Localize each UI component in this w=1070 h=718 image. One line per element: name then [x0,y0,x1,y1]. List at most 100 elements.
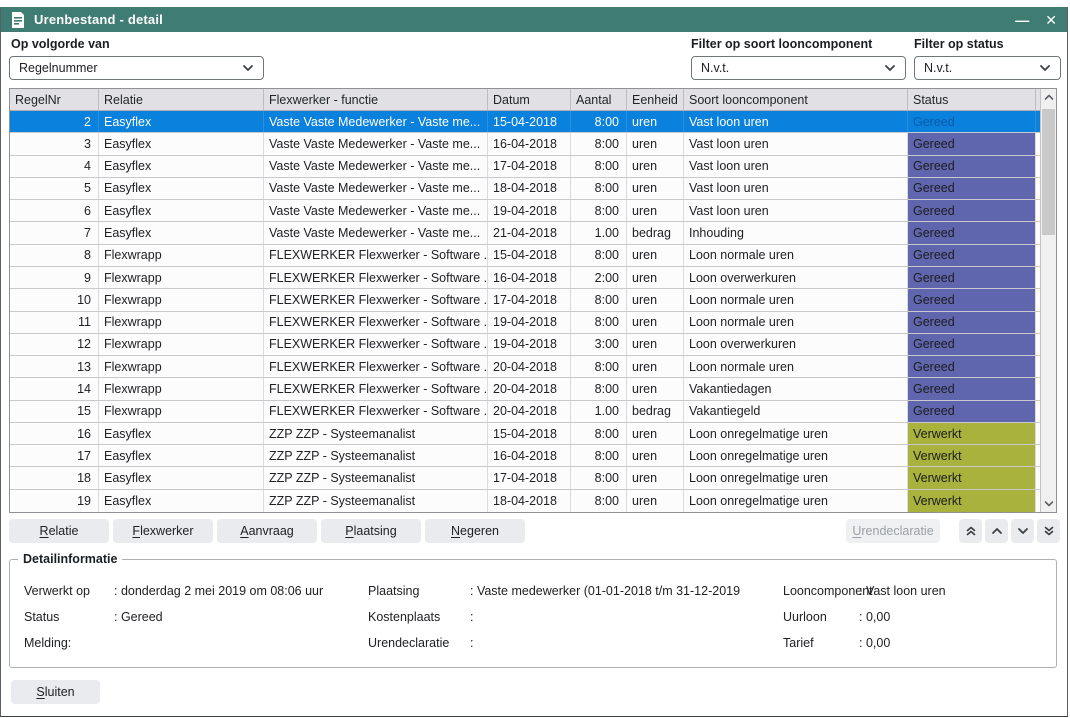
table-row[interactable]: 15FlexwrappFLEXWERKER Flexwerker - Softw… [10,401,1040,423]
cell-looncomponent: Loon onregelmatige uren [684,423,908,444]
field-label: Plaatsing [368,584,419,598]
field-label: Kostenplaats [368,610,440,624]
cell-datum: 17-04-2018 [488,467,571,488]
cell-eenheid: uren [627,200,684,221]
scrollbar-down-arrow-icon[interactable] [1041,495,1056,512]
status-badge: Gereed [908,111,1036,132]
cell-regelnr: 2 [10,111,99,132]
cell-aantal: 8:00 [571,490,627,512]
cell-relatie: Flexwrapp [99,312,264,333]
cell-looncomponent: Loon normale uren [684,356,908,377]
sluiten-button[interactable]: Sluiten [11,680,100,704]
cell-aantal: 8:00 [571,245,627,266]
sort-dropdown[interactable]: Regelnummer [9,56,264,80]
table-row[interactable]: 14FlexwrappFLEXWERKER Flexwerker - Softw… [10,378,1040,400]
cell-regelnr: 4 [10,156,99,177]
cell-aantal: 8:00 [571,156,627,177]
cell-flexwerker: FLEXWERKER Flexwerker - Software ... [264,245,488,266]
screen: Urenbestand - detail — ✕ Op volgorde van… [0,0,1070,718]
cell-datum: 16-04-2018 [488,445,571,466]
cell-flexwerker: Vaste Vaste Medewerker - Vaste me... [264,200,488,221]
cell-looncomponent: Loon overwerkuren [684,334,908,355]
cell-datum: 19-04-2018 [488,312,571,333]
next-row-button[interactable] [1011,519,1034,543]
table-row[interactable]: 12FlexwrappFLEXWERKER Flexwerker - Softw… [10,334,1040,356]
table-row[interactable]: 10FlexwrappFLEXWERKER Flexwerker - Softw… [10,289,1040,311]
cell-eenheid: uren [627,445,684,466]
chevron-down-icon [884,64,896,72]
status-badge: Gereed [908,356,1036,377]
table-row[interactable]: 16EasyflexZZP ZZP - Systeemanalist15-04-… [10,423,1040,445]
table-row[interactable]: 3EasyflexVaste Vaste Medewerker - Vaste … [10,133,1040,155]
table-row[interactable]: 6EasyflexVaste Vaste Medewerker - Vaste … [10,200,1040,222]
filter-component-label: Filter op soort looncomponent [691,37,872,51]
detail-field: Tarief : 0,00 [783,636,1043,650]
relatie-button[interactable]: Relatie [9,519,109,543]
status-badge: Gereed [908,289,1036,310]
detail-field: Uurloon : 0,00 [783,610,1043,624]
cell-looncomponent: Loon normale uren [684,289,908,310]
first-row-button[interactable] [959,519,982,543]
detail-field: Looncomponent : Vast loon uren [783,584,1043,598]
table-row[interactable]: 17EasyflexZZP ZZP - Systeemanalist16-04-… [10,445,1040,467]
cell-regelnr: 8 [10,245,99,266]
cell-eenheid: uren [627,111,684,132]
field-label: Verwerkt op [24,584,90,598]
status-badge: Gereed [908,312,1036,333]
prev-row-button[interactable] [985,519,1008,543]
cell-datum: 18-04-2018 [488,178,571,199]
cell-regelnr: 19 [10,490,99,512]
table-row[interactable]: 18EasyflexZZP ZZP - Systeemanalist17-04-… [10,467,1040,489]
cell-aantal: 8:00 [571,133,627,154]
cell-aantal: 8:00 [571,200,627,221]
sort-dropdown-value: Regelnummer [19,61,242,75]
cell-datum: 19-04-2018 [488,200,571,221]
close-button[interactable]: ✕ [1045,13,1057,27]
table-scrollbar[interactable] [1040,89,1056,512]
table-row[interactable]: 11FlexwrappFLEXWERKER Flexwerker - Softw… [10,312,1040,334]
last-row-button[interactable] [1037,519,1060,543]
cell-relatie: Easyflex [99,467,264,488]
cell-looncomponent: Vast loon uren [684,156,908,177]
plaatsing-button[interactable]: Plaatsing [321,519,421,543]
urendeclaratie-button[interactable]: Urendeclaratie [846,519,940,543]
cell-flexwerker: FLEXWERKER Flexwerker - Software ... [264,334,488,355]
cell-looncomponent: Vast loon uren [684,178,908,199]
table-row[interactable]: 5EasyflexVaste Vaste Medewerker - Vaste … [10,178,1040,200]
table-row[interactable]: 7EasyflexVaste Vaste Medewerker - Vaste … [10,222,1040,244]
cell-datum: 21-04-2018 [488,222,571,243]
cell-relatie: Easyflex [99,156,264,177]
scrollbar-up-arrow-icon[interactable] [1041,89,1056,106]
cell-regelnr: 17 [10,445,99,466]
negeren-button[interactable]: Negeren [425,519,525,543]
table-row[interactable]: 13FlexwrappFLEXWERKER Flexwerker - Softw… [10,356,1040,378]
filter-status-dropdown[interactable]: N.v.t. [914,56,1061,80]
cell-datum: 20-04-2018 [488,356,571,377]
cell-relatie: Flexwrapp [99,401,264,422]
filter-component-dropdown[interactable]: N.v.t. [691,56,906,80]
cell-datum: 15-04-2018 [488,111,571,132]
minimize-button[interactable]: — [1015,13,1029,27]
cell-looncomponent: Vast loon uren [684,200,908,221]
cell-relatie: Flexwrapp [99,356,264,377]
chevron-down-icon [242,64,254,72]
field-label: Melding: [24,636,71,650]
double-chevron-up-icon [965,525,977,537]
flexwerker-button[interactable]: Flexwerker [113,519,213,543]
table-row[interactable]: 19EasyflexZZP ZZP - Systeemanalist18-04-… [10,490,1040,512]
hours-table: RegelNr Relatie Flexwerker - functie Dat… [9,88,1057,513]
chevron-up-icon [991,527,1003,535]
table-row[interactable]: 2EasyflexVaste Vaste Medewerker - Vaste … [10,111,1040,133]
cell-looncomponent: Loon onregelmatige uren [684,490,908,512]
aanvraag-button[interactable]: Aanvraag [217,519,317,543]
table-row[interactable]: 9FlexwrappFLEXWERKER Flexwerker - Softwa… [10,267,1040,289]
cell-eenheid: uren [627,133,684,154]
cell-datum: 20-04-2018 [488,378,571,399]
cell-datum: 20-04-2018 [488,401,571,422]
table-row[interactable]: 4EasyflexVaste Vaste Medewerker - Vaste … [10,156,1040,178]
cell-regelnr: 15 [10,401,99,422]
scrollbar-thumb[interactable] [1042,109,1055,235]
cell-relatie: Easyflex [99,490,264,512]
table-row[interactable]: 8FlexwrappFLEXWERKER Flexwerker - Softwa… [10,245,1040,267]
cell-datum: 16-04-2018 [488,133,571,154]
